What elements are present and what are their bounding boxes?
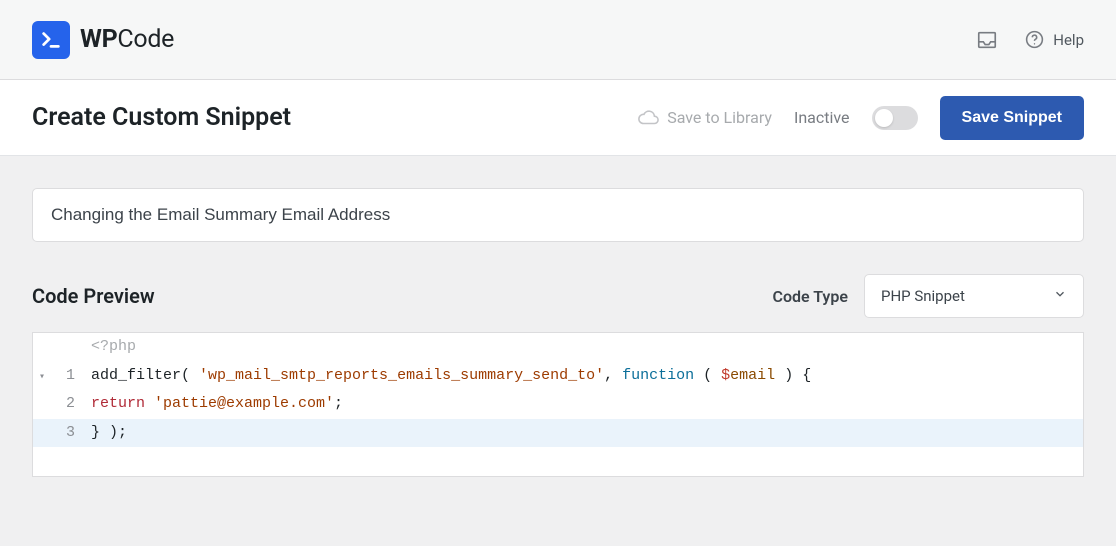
save-to-library-button[interactable]: Save to Library bbox=[637, 107, 772, 129]
content: Code Preview Code Type PHP Snippet <?php… bbox=[0, 156, 1116, 509]
code-text-3: } ); bbox=[85, 419, 1083, 448]
code-pretag-row: <?php bbox=[33, 333, 1083, 362]
topbar-right: Help bbox=[976, 29, 1084, 51]
toggle-knob bbox=[875, 109, 893, 127]
subheader: Create Custom Snippet Save to Library In… bbox=[0, 80, 1116, 156]
code-empty bbox=[85, 447, 1083, 476]
topbar: WPCode Help bbox=[0, 0, 1116, 80]
fold-arrow-icon[interactable]: ▾ bbox=[39, 368, 45, 387]
code-type-wrap: Code Type PHP Snippet bbox=[772, 274, 1084, 318]
code-line-2: 2 return 'pattie@example.com'; bbox=[33, 390, 1083, 419]
brand-logo bbox=[32, 21, 70, 59]
save-snippet-button[interactable]: Save Snippet bbox=[940, 96, 1084, 140]
code-text-1: add_filter( 'wp_mail_smtp_reports_emails… bbox=[85, 362, 1083, 391]
active-toggle[interactable] bbox=[872, 106, 918, 130]
save-to-library-label: Save to Library bbox=[667, 108, 772, 127]
brand: WPCode bbox=[32, 21, 174, 59]
gutter-empty bbox=[33, 447, 85, 476]
inbox-icon[interactable] bbox=[976, 29, 998, 51]
code-type-value: PHP Snippet bbox=[881, 287, 965, 305]
code-line-1: ▾ 1 add_filter( 'wp_mail_smtp_reports_em… bbox=[33, 362, 1083, 391]
code-pretag: <?php bbox=[85, 333, 1083, 362]
status-label: Inactive bbox=[794, 108, 850, 127]
help-icon bbox=[1024, 29, 1045, 50]
subheader-actions: Save to Library Inactive Save Snippet bbox=[637, 96, 1084, 140]
help-label: Help bbox=[1053, 31, 1084, 49]
code-type-select[interactable]: PHP Snippet bbox=[864, 274, 1084, 318]
code-empty-row bbox=[33, 447, 1083, 476]
code-line-3: 3 } ); bbox=[33, 419, 1083, 448]
gutter bbox=[33, 333, 85, 362]
page-title: Create Custom Snippet bbox=[32, 103, 291, 132]
help-link[interactable]: Help bbox=[1024, 29, 1084, 50]
snippet-title-input[interactable] bbox=[32, 188, 1084, 242]
preview-header: Code Preview Code Type PHP Snippet bbox=[32, 274, 1084, 318]
code-type-label: Code Type bbox=[772, 287, 848, 306]
code-editor[interactable]: <?php ▾ 1 add_filter( 'wp_mail_smtp_repo… bbox=[32, 332, 1084, 477]
code-preview-title: Code Preview bbox=[32, 284, 155, 308]
chevron-down-icon bbox=[1053, 287, 1067, 305]
brand-name: WPCode bbox=[80, 25, 174, 54]
gutter-1: ▾ 1 bbox=[33, 362, 85, 391]
gutter-3: 3 bbox=[33, 419, 85, 448]
gutter-2: 2 bbox=[33, 390, 85, 419]
cloud-icon bbox=[637, 107, 659, 129]
code-text-2: return 'pattie@example.com'; bbox=[85, 390, 1083, 419]
